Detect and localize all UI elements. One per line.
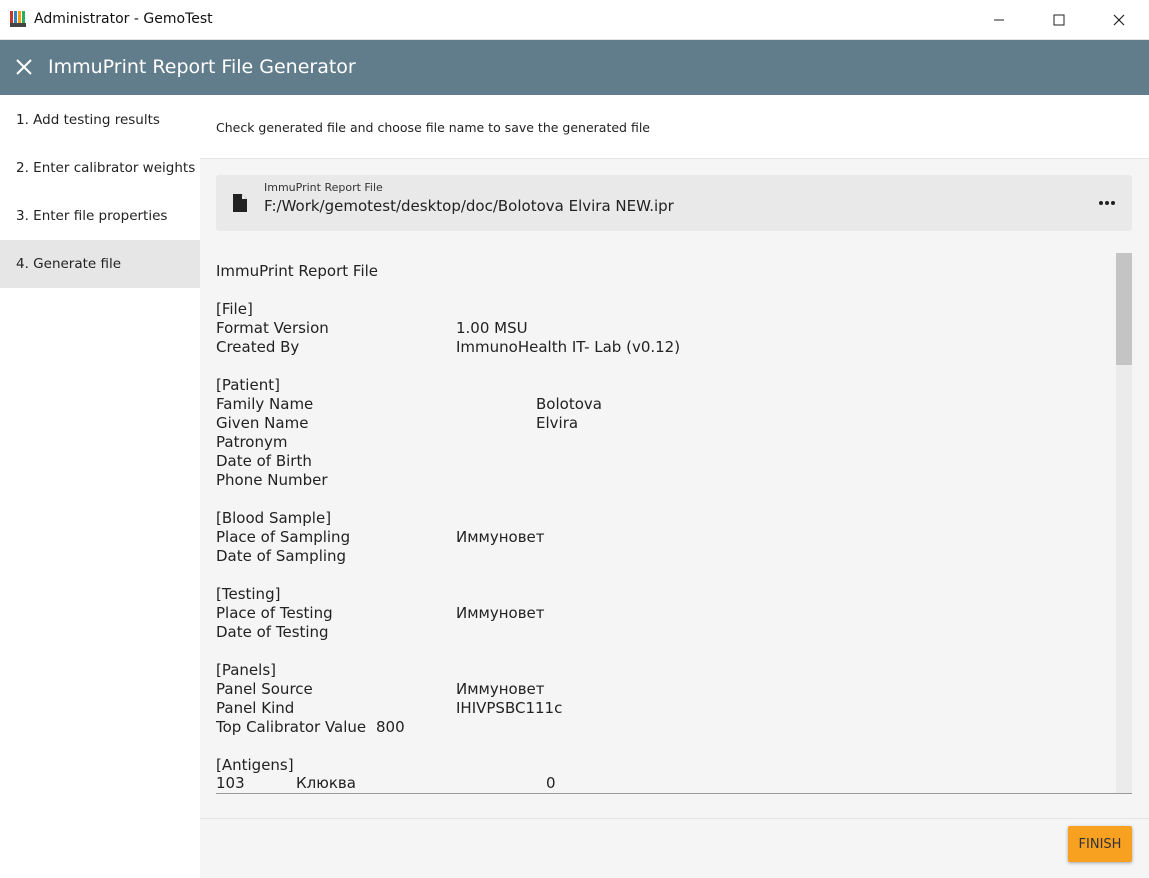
field-value: ImmunoHealth IT- Lab (v0.12) xyxy=(456,338,681,356)
preview-scrollbar[interactable] xyxy=(1116,253,1132,793)
preview-row: Panel Kind IHIVPSBC111c xyxy=(216,699,562,718)
file-path: F:/Work/gemotest/desktop/doc/Bolotova El… xyxy=(264,197,674,215)
close-icon xyxy=(1113,14,1125,25)
antigen-name: Клюква xyxy=(296,774,356,792)
window-title-bar: Administrator - GemoTest xyxy=(0,0,1149,40)
steps-sidebar: 1. Add testing results 2. Enter calibrat… xyxy=(0,96,200,877)
section-testing: [Testing] xyxy=(216,585,281,603)
section-antigens: [Antigens] xyxy=(216,756,294,774)
field-value: Иммуновет xyxy=(456,528,545,546)
preview-header: ImmuPrint Report File xyxy=(216,262,379,280)
preview-row: Format Version 1.00 MSU xyxy=(216,319,528,338)
step-enter-file-properties[interactable]: 3. Enter file properties xyxy=(0,192,200,240)
main-panel: Check generated file and choose file nam… xyxy=(200,96,1149,878)
more-options-icon xyxy=(1099,201,1115,205)
preview-row: Phone Number xyxy=(216,471,328,489)
close-icon[interactable] xyxy=(12,55,36,79)
browse-button[interactable] xyxy=(1092,191,1122,215)
field-key: Place of Sampling xyxy=(216,528,351,546)
antigen-id: 103 xyxy=(216,774,245,792)
minimize-icon xyxy=(994,19,1004,20)
field-key: Given Name xyxy=(216,414,309,432)
file-path-card[interactable]: ImmuPrint Report File F:/Work/gemotest/d… xyxy=(216,175,1132,231)
antigen-value: 0 xyxy=(546,774,556,792)
window-close-button[interactable] xyxy=(1090,0,1148,39)
app-icon xyxy=(10,11,26,27)
field-value: Иммуновет xyxy=(456,680,545,698)
field-value: Bolotova xyxy=(536,395,602,413)
footer-bar: FINISH xyxy=(200,818,1149,878)
field-key: Place of Testing xyxy=(216,604,333,622)
step-label: 1. Add testing results xyxy=(16,112,160,128)
field-key: Format Version xyxy=(216,319,329,337)
instruction-text: Check generated file and choose file nam… xyxy=(216,120,650,135)
preview-row: Date of Birth xyxy=(216,452,312,470)
field-value: 800 xyxy=(376,718,405,736)
preview-row: Date of Testing xyxy=(216,623,329,641)
preview-row: Patronym xyxy=(216,433,288,451)
field-value: 1.00 MSU xyxy=(456,319,528,337)
file-preview[interactable]: ImmuPrint Report File [File] Format Vers… xyxy=(216,253,1132,794)
scrollbar-thumb[interactable] xyxy=(1116,253,1132,365)
field-key: Panel Source xyxy=(216,680,313,698)
page-title: ImmuPrint Report File Generator xyxy=(48,56,356,78)
field-value: Elvira xyxy=(536,414,579,432)
preview-row: Panel Source Иммуновет xyxy=(216,680,545,699)
preview-row: Created By ImmunoHealth IT- Lab (v0.12) xyxy=(216,338,680,357)
section-file: [File] xyxy=(216,300,253,318)
finish-button[interactable]: FINISH xyxy=(1068,826,1132,862)
instruction-bar: Check generated file and choose file nam… xyxy=(200,96,1149,159)
antigen-row: 103 Клюква 0 xyxy=(216,774,556,793)
preview-content: ImmuPrint Report File [File] Format Vers… xyxy=(216,253,1111,793)
section-patient: [Patient] xyxy=(216,376,280,394)
preview-row: Top Calibrator Value 800 xyxy=(216,718,405,737)
section-panels: [Panels] xyxy=(216,661,276,679)
maximize-button[interactable] xyxy=(1030,0,1088,39)
preview-row: Family Name Bolotova xyxy=(216,395,602,414)
file-icon xyxy=(233,194,247,212)
preview-row: Place of Sampling Иммуновет xyxy=(216,528,545,547)
field-key: Family Name xyxy=(216,395,314,413)
step-label: 2. Enter calibrator weights xyxy=(16,160,196,176)
field-value: IHIVPSBC111c xyxy=(456,699,563,717)
field-key: Top Calibrator Value xyxy=(216,718,367,736)
preview-row: Date of Sampling xyxy=(216,547,347,565)
step-add-testing-results[interactable]: 1. Add testing results xyxy=(0,96,200,144)
step-label: 4. Generate file xyxy=(16,256,122,272)
step-enter-calibrator-weights[interactable]: 2. Enter calibrator weights xyxy=(0,144,200,192)
window-title: Administrator - GemoTest xyxy=(34,11,213,27)
section-blood-sample: [Blood Sample] xyxy=(216,509,332,527)
field-value: Иммуновет xyxy=(456,604,545,622)
preview-row: Given Name Elvira xyxy=(216,414,578,433)
preview-row: Place of Testing Иммуновет xyxy=(216,604,545,623)
field-key: Panel Kind xyxy=(216,699,295,717)
field-key: Created By xyxy=(216,338,300,356)
file-label: ImmuPrint Report File xyxy=(264,181,383,194)
step-label: 3. Enter file properties xyxy=(16,208,168,224)
app-header: ImmuPrint Report File Generator xyxy=(0,40,1149,95)
step-generate-file[interactable]: 4. Generate file xyxy=(0,240,200,288)
maximize-icon xyxy=(1053,14,1065,25)
minimize-button[interactable] xyxy=(970,0,1028,39)
